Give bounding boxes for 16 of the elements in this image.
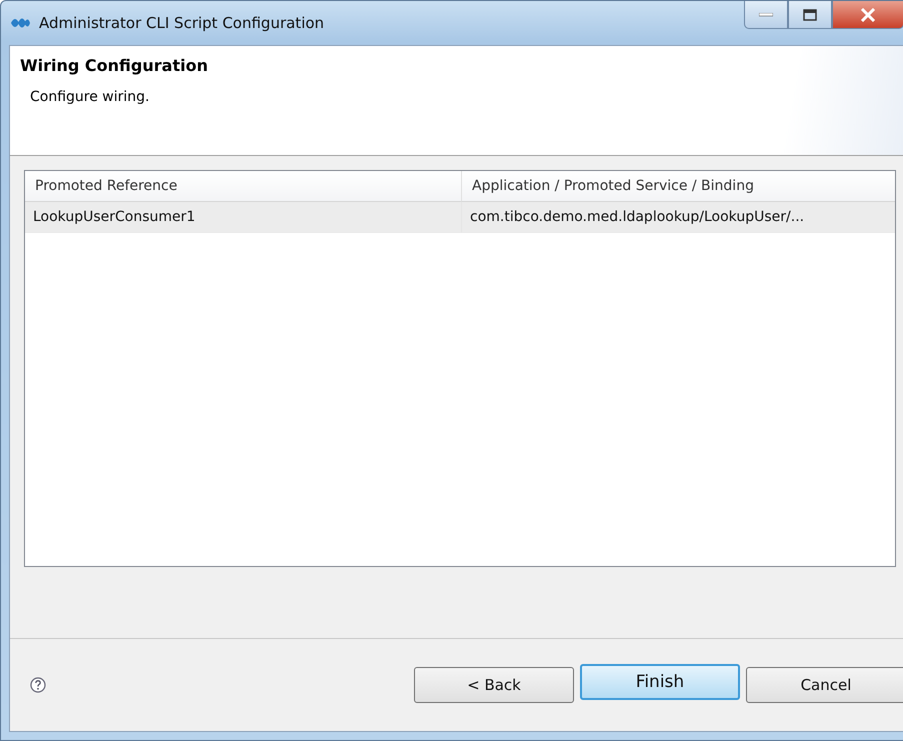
window-title: Administrator CLI Script Configuration — [39, 14, 324, 32]
maximize-icon — [803, 8, 817, 20]
table-cell[interactable]: com.tibco.demo.med.ldaplookup/LookupUser/... — [461, 202, 895, 233]
dialog-button[interactable]: < Back — [414, 667, 574, 703]
minimize-button[interactable] — [744, 1, 788, 29]
help-icon[interactable] — [30, 677, 46, 693]
dialog-button[interactable]: Finish — [580, 664, 740, 700]
column-header[interactable]: Application / Promoted Service / Binding — [461, 171, 895, 202]
maximize-button[interactable] — [788, 1, 832, 29]
dialog-button[interactable]: Cancel — [746, 667, 903, 703]
close-button[interactable] — [832, 1, 903, 29]
close-icon — [860, 8, 876, 22]
page-title: Wiring Configuration — [20, 56, 209, 75]
table-cell[interactable]: LookupUserConsumer1 — [25, 202, 461, 233]
page-description: Configure wiring. — [30, 89, 150, 105]
minimize-icon — [759, 12, 773, 16]
